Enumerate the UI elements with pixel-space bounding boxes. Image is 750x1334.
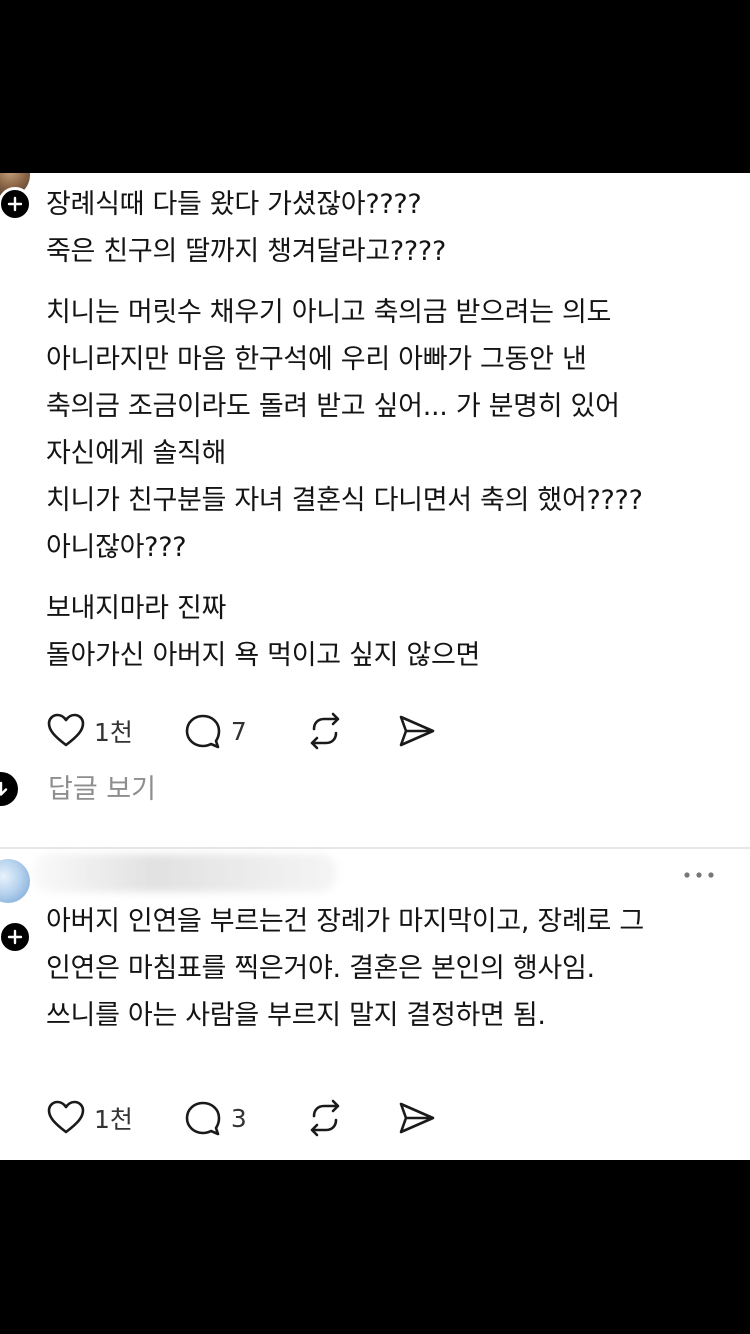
post-text-line: 장례식때 다들 왔다 가셨잖아???? bbox=[46, 189, 422, 220]
send-icon bbox=[399, 1102, 435, 1134]
post-text-line: 아버지 인연을 부르는건 장례가 마지막이고, 장례로 그 bbox=[46, 906, 644, 937]
post-2-actions: 1천 3 bbox=[46, 1098, 487, 1138]
repost-button[interactable] bbox=[305, 1098, 345, 1138]
post-text-line: 축의금 조금이라도 돌려 받고 싶어... 가 분명히 있어 bbox=[46, 391, 620, 422]
username-redacted bbox=[32, 854, 337, 892]
post-1-paragraph-3: 보내지마라 진짜 돌아가신 아버지 욕 먹이고 싶지 않으면 bbox=[46, 585, 726, 679]
post-text-line: 돌아가신 아버지 욕 먹이고 싶지 않으면 bbox=[46, 640, 481, 671]
post-1-paragraph-2: 치니는 머릿수 채우기 아니고 축의금 받으려는 의도 아니라지만 마음 한구석… bbox=[46, 289, 726, 571]
bottom-letterbox bbox=[0, 1160, 750, 1334]
post-text-line: 인연은 마침표를 찍은거야. 결혼은 본인의 행사임. bbox=[46, 953, 595, 984]
post-2-text: 아버지 인연을 부르는건 장례가 마지막이고, 장례로 그 인연은 마침표를 찍… bbox=[46, 898, 726, 1039]
repost-icon bbox=[310, 712, 340, 750]
comment-button[interactable]: 7 bbox=[183, 711, 247, 751]
post-1-actions: 1천 7 bbox=[46, 711, 487, 751]
post-2: 아버지 인연을 부르는건 장례가 마지막이고, 장례로 그 인연은 마침표를 찍… bbox=[0, 849, 750, 1160]
follow-button[interactable] bbox=[0, 187, 32, 221]
comment-count: 7 bbox=[230, 716, 247, 746]
like-count: 1천 bbox=[94, 1105, 133, 1134]
expand-replies-toggle[interactable] bbox=[0, 772, 18, 806]
post-text-line: 아니잖아??? bbox=[46, 532, 187, 563]
heart-icon bbox=[47, 713, 85, 747]
avatar[interactable] bbox=[0, 859, 30, 903]
comment-count: 3 bbox=[230, 1103, 247, 1133]
plus-icon bbox=[7, 929, 23, 945]
share-button[interactable] bbox=[397, 711, 437, 751]
like-count: 1천 bbox=[94, 718, 133, 747]
more-dots-icon[interactable] bbox=[682, 869, 716, 881]
comment-button[interactable]: 3 bbox=[183, 1098, 247, 1138]
follow-button[interactable] bbox=[0, 920, 32, 954]
post-text-line: 치니가 친구분들 자녀 결혼식 다니면서 축의 했어???? bbox=[46, 485, 643, 516]
post-1: 장례식때 다들 왔다 가셨잖아???? 죽은 친구의 딸까지 챙겨달라고????… bbox=[0, 173, 750, 847]
post-text-line: 치니는 머릿수 채우기 아니고 축의금 받으려는 의도 bbox=[46, 297, 612, 328]
heart-icon bbox=[47, 1100, 85, 1134]
post-1-paragraph-1: 장례식때 다들 왔다 가셨잖아???? 죽은 친구의 딸까지 챙겨달라고???? bbox=[46, 181, 726, 275]
speech-bubble-icon bbox=[185, 1101, 221, 1136]
post-text-line: 아니라지만 마음 한구석에 우리 아빠가 그동안 낸 bbox=[46, 344, 587, 375]
repost-icon bbox=[310, 1099, 340, 1137]
share-button[interactable] bbox=[397, 1098, 437, 1138]
thread-content: 장례식때 다들 왔다 가셨잖아???? 죽은 친구의 딸까지 챙겨달라고????… bbox=[0, 173, 750, 1160]
repost-button[interactable] bbox=[305, 711, 345, 751]
post-text-line: 죽은 친구의 딸까지 챙겨달라고???? bbox=[46, 236, 446, 267]
speech-bubble-icon bbox=[185, 714, 221, 749]
post-text-line: 쓰니를 아는 사람을 부르지 말지 결정하면 됨. bbox=[46, 1000, 546, 1031]
post-text-line: 보내지마라 진짜 bbox=[46, 593, 227, 624]
plus-icon bbox=[7, 196, 23, 212]
arrow-down-icon bbox=[0, 781, 8, 796]
like-button[interactable]: 1천 bbox=[46, 1098, 133, 1138]
post-text-line: 자신에게 솔직해 bbox=[46, 438, 227, 469]
send-icon bbox=[399, 715, 435, 747]
like-button[interactable]: 1천 bbox=[46, 711, 133, 751]
view-replies-label[interactable]: 답글 보기 bbox=[48, 767, 156, 806]
